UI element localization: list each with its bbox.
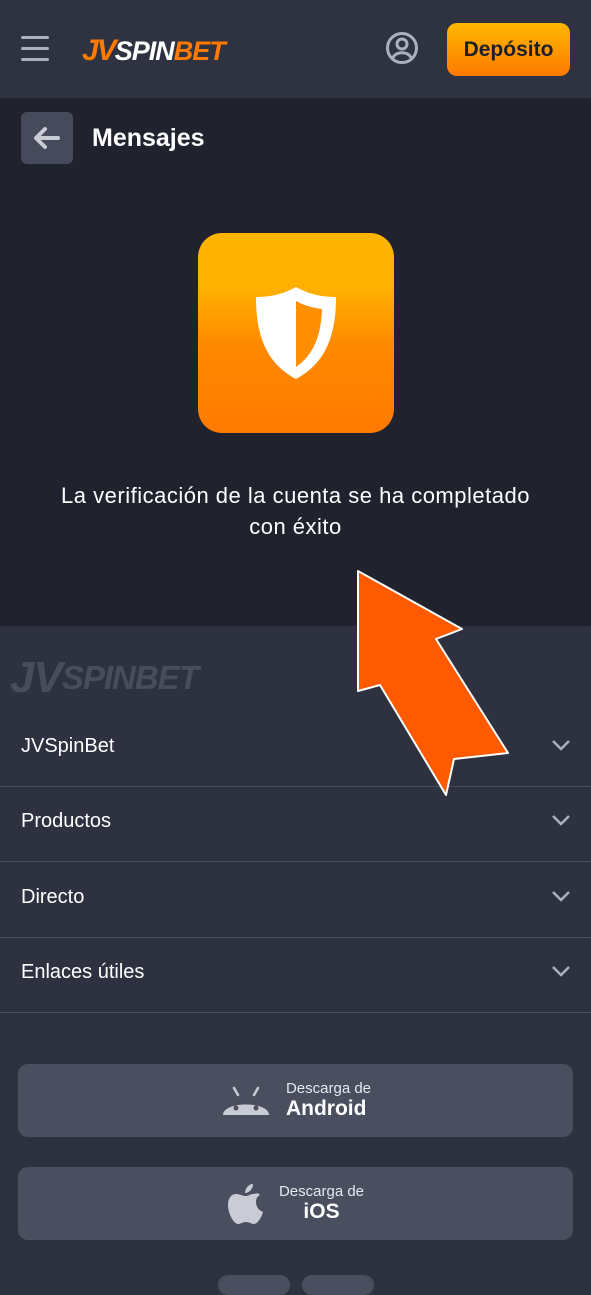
- messages-panel: Mensajes La verificación de la cuenta se…: [0, 98, 591, 626]
- user-account-icon[interactable]: [385, 31, 419, 65]
- logo-brand: SPINBET: [114, 35, 226, 66]
- download-platform: iOS: [303, 1200, 340, 1223]
- download-caption: Descarga de: [278, 1183, 365, 1200]
- site-logo[interactable]: JV SPINBET: [82, 26, 226, 76]
- chevron-down-icon: [552, 815, 570, 826]
- footer-section-enlaces-utiles[interactable]: Enlaces útiles: [0, 937, 591, 1013]
- download-caption: Descarga de: [285, 1080, 372, 1097]
- chevron-down-icon: [552, 966, 570, 977]
- footer-logo: JV SPINBET: [10, 653, 199, 702]
- download-ios-button[interactable]: Descarga de iOS: [18, 1167, 573, 1240]
- pointer-arrow-icon: [357, 570, 509, 796]
- android-icon: [222, 1086, 269, 1115]
- download-android-button[interactable]: Descarga de Android: [18, 1064, 573, 1137]
- apple-icon: [227, 1183, 263, 1224]
- footer-section-label: Productos: [21, 810, 112, 832]
- footer-badge: [302, 1275, 374, 1295]
- footer-badge: [218, 1275, 290, 1295]
- footer-section-label: JVSpinBet: [21, 735, 115, 757]
- arrow-left-icon: [34, 127, 60, 149]
- chevron-down-icon: [552, 740, 570, 751]
- page-title: Mensajes: [92, 124, 205, 152]
- verification-message: La verificación de la cuenta se ha compl…: [61, 483, 530, 539]
- back-button[interactable]: [21, 112, 73, 164]
- top-header: JV SPINBET Depósito: [0, 0, 591, 98]
- shield-icon: [256, 287, 336, 379]
- download-platform: Android: [285, 1097, 367, 1120]
- verification-badge: [198, 233, 394, 433]
- footer-section-directo[interactable]: Directo: [0, 862, 591, 938]
- footer-section-label: Directo: [21, 886, 85, 908]
- footer-section-label: Enlaces útiles: [21, 961, 145, 983]
- menu-icon[interactable]: [21, 36, 49, 62]
- logo-jv: JV: [82, 34, 117, 67]
- chevron-down-icon: [552, 891, 570, 902]
- deposit-button[interactable]: Depósito: [447, 23, 570, 76]
